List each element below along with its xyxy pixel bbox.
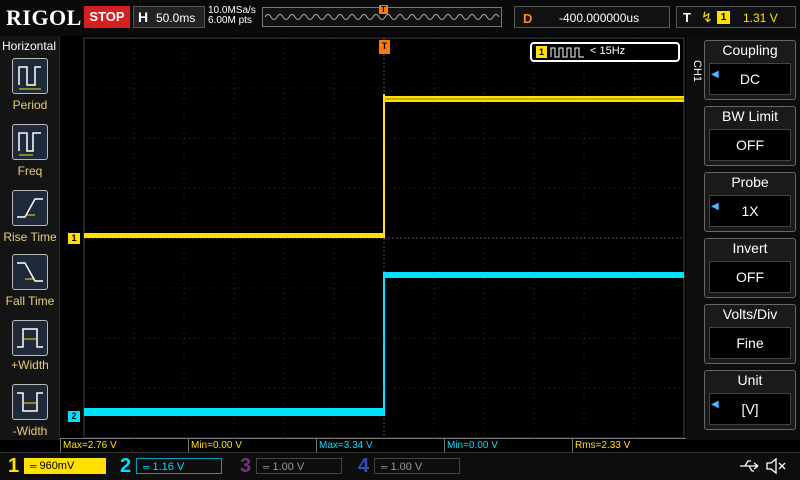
bw-limit-title: BW Limit <box>722 108 778 124</box>
channel-1-scale-value: 960mV <box>39 460 75 472</box>
ch1-menu-tab: CH1 <box>691 60 703 83</box>
channel-4-scale: ═ 1.00 V <box>374 458 460 474</box>
coupling-value: DC <box>709 63 791 95</box>
counter-channel: 1 <box>536 46 547 58</box>
probe-title: Probe <box>731 174 769 190</box>
chevron-left-icon: ◀ <box>711 399 719 410</box>
channel-3-status[interactable]: 3 ═ 1.00 V <box>232 452 350 480</box>
memory-trigger-marker: T <box>379 5 388 14</box>
neg-width-icon <box>17 392 43 412</box>
channel-3-scale: ═ 1.00 V <box>256 458 342 474</box>
period-icon <box>18 66 41 90</box>
volts-div-value: Fine <box>709 327 791 359</box>
measurement-ch2-min[interactable]: Min=0.00 V <box>444 438 572 452</box>
probe-value: 1X <box>709 195 791 227</box>
channel-4-scale-value: 1.00 V <box>390 461 423 473</box>
fall-time-button[interactable] <box>12 254 48 290</box>
ch1-trace <box>84 94 684 238</box>
channel-2-scale: ═ 1.16 V <box>136 458 222 474</box>
trigger-level: 1.31 V <box>743 11 778 25</box>
timebase-label: H <box>138 9 149 25</box>
rigol-logo: RIGOL <box>6 5 82 30</box>
freq-icon <box>18 132 41 156</box>
neg-width-label: -Width <box>12 424 48 438</box>
channel-2-scale-value: 1.16 V <box>152 461 185 473</box>
rise-time-label: Rise Time <box>3 230 57 244</box>
ch2-ground-marker[interactable]: 2 <box>68 411 80 422</box>
ch1-ground-marker[interactable]: 1 <box>68 233 80 244</box>
invert-title: Invert <box>732 240 768 256</box>
unit-title: Unit <box>737 372 763 388</box>
trigger-box[interactable]: T ↯ 1 1.31 V <box>676 6 796 28</box>
usb-icon <box>740 460 759 472</box>
volts-div-menu-item[interactable]: Volts/Div Fine <box>704 304 796 364</box>
measurement-ch1-rms[interactable]: Rms=2.33 V <box>572 438 686 452</box>
channel-3-number: 3 <box>240 455 252 477</box>
delay-label: D <box>523 11 533 26</box>
timebase-value: 50.0ms <box>156 11 196 25</box>
delay-box[interactable]: D -400.000000us <box>514 6 670 28</box>
acquisition-info: 10.0MSa/s 6.00M pts <box>208 6 256 26</box>
trigger-source: 1 <box>717 11 730 24</box>
bw-limit-menu-item[interactable]: BW Limit OFF <box>704 106 796 166</box>
freq-label: Freq <box>17 164 43 178</box>
rise-time-icon <box>17 198 43 218</box>
channel-4-number: 4 <box>358 455 370 477</box>
bw-limit-value: OFF <box>709 129 791 161</box>
rise-time-button[interactable] <box>12 190 48 226</box>
fall-time-icon <box>17 262 43 282</box>
frequency-counter: 1 < 15Hz <box>530 42 680 62</box>
neg-width-button[interactable] <box>12 384 48 420</box>
measurement-ch1-max[interactable]: Max=2.76 V <box>60 438 188 452</box>
channel-3-scale-value: 1.00 V <box>272 461 305 473</box>
channel-1-number: 1 <box>8 455 20 477</box>
counter-value: < 15Hz <box>590 45 626 57</box>
run-stop-indicator[interactable]: STOP <box>84 6 130 28</box>
trigger-edge-icon: ↯ <box>701 9 713 25</box>
square-wave-icon <box>550 47 584 58</box>
probe-menu-item[interactable]: Probe 1X ◀ <box>704 172 796 232</box>
chevron-left-icon: ◀ <box>711 69 719 80</box>
fall-time-label: Fall Time <box>5 294 55 308</box>
trigger-position-marker[interactable]: T <box>379 40 390 54</box>
invert-value: OFF <box>709 261 791 293</box>
measurement-ch2-max[interactable]: Max=3.34 V <box>316 438 444 452</box>
pos-width-icon <box>17 328 43 348</box>
ch2-trace <box>84 272 684 416</box>
channel-1-scale: ═ 960mV <box>24 458 106 474</box>
unit-value: [V] <box>709 393 791 425</box>
memory-depth: 6.00M pts <box>208 15 252 26</box>
channel-4-status[interactable]: 4 ═ 1.00 V <box>350 452 468 480</box>
channel-2-status[interactable]: 2 ═ 1.16 V <box>112 452 230 480</box>
unit-menu-item[interactable]: Unit [V] ◀ <box>704 370 796 430</box>
delay-value: -400.000000us <box>559 11 640 25</box>
speaker-mute-icon[interactable] <box>764 456 788 476</box>
pos-width-label: +Width <box>11 358 49 372</box>
coupling-menu-item[interactable]: Coupling DC ◀ <box>704 40 796 100</box>
trigger-label: T <box>683 10 691 25</box>
period-label: Period <box>12 98 48 112</box>
chevron-left-icon: ◀ <box>711 201 719 212</box>
period-button[interactable] <box>12 58 48 94</box>
channel-1-status[interactable]: 1 ═ 960mV <box>0 452 110 480</box>
waveform-display[interactable] <box>60 36 686 438</box>
freq-button[interactable] <box>12 124 48 160</box>
coupling-title: Coupling <box>722 42 778 58</box>
volts-div-title: Volts/Div <box>722 306 778 322</box>
measurement-ch1-min[interactable]: Min=0.00 V <box>188 438 316 452</box>
invert-menu-item[interactable]: Invert OFF <box>704 238 796 298</box>
channel-2-number: 2 <box>120 455 132 477</box>
left-menu-title: Horizontal <box>2 39 57 53</box>
pos-width-button[interactable] <box>12 320 48 356</box>
timebase-box[interactable]: H 50.0ms <box>133 6 205 28</box>
